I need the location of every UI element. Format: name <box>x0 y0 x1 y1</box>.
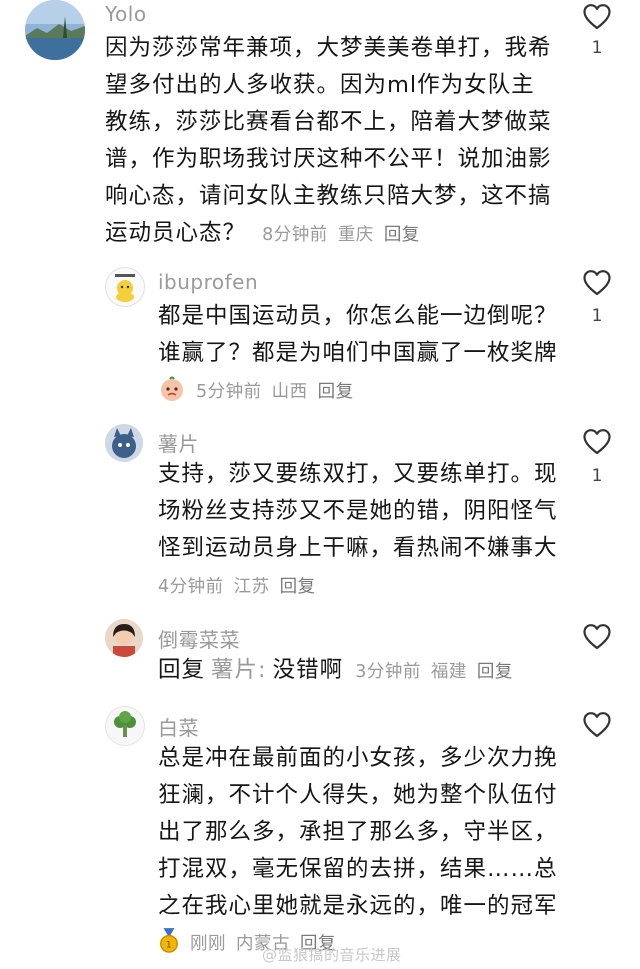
text-line: 望多付出的人多收获。因为ml作为女队主 <box>105 72 535 98</box>
heart-icon <box>583 4 611 30</box>
like-button[interactable] <box>582 427 612 457</box>
heart-icon <box>583 712 611 738</box>
comment-text: 总是冲在最前面的小女孩，多少次力挽 狂澜，不计个人得失，她为整个队伍付 出了那么… <box>158 740 558 925</box>
text-line: 怪到运动员身上干嘛，看热闹不嫌事大 <box>158 535 558 561</box>
timestamp: 4分钟前 <box>158 577 224 597</box>
location: 江苏 <box>233 577 270 597</box>
yellow-duck-icon <box>106 268 144 306</box>
gold-medal-icon: 1 <box>158 928 180 959</box>
comment-text: 都是中国运动员，你怎么能一边倒呢？ 谁赢了？都是为咱们中国赢了一枚奖牌 <box>158 298 558 372</box>
avatar[interactable] <box>105 267 145 307</box>
heart-icon <box>583 429 611 455</box>
like-button[interactable] <box>582 622 612 652</box>
avatar[interactable] <box>105 424 143 462</box>
comment-meta: 3分钟前 福建 回复 <box>355 662 523 682</box>
text-line: 运动员心态？ 8分钟前 重庆 回复 <box>105 215 552 254</box>
location: 山西 <box>271 381 308 402</box>
girl-photo-icon <box>105 619 143 657</box>
reply-prefix: 回复 <box>158 657 206 683</box>
username[interactable]: 白菜 <box>158 712 199 741</box>
comment-text: 支持，莎又要练双打，又要练单打。现 场粉丝支持莎又不是她的错，阴阳怪气 怪到运动… <box>158 456 558 567</box>
reply-button[interactable]: 回复 <box>318 382 354 402</box>
like-count: 1 <box>591 466 603 486</box>
cabbage-icon <box>106 707 144 745</box>
text-line: 打混双，毫无保留的去拼，结果……总 <box>158 856 558 882</box>
lake-landscape-icon <box>25 0 85 60</box>
username[interactable]: ibuprofen <box>158 270 258 294</box>
reply-target[interactable]: 薯片: <box>211 657 267 683</box>
reply-text: 没错啊 <box>272 657 344 683</box>
text-line: 谱，作为职场我讨厌这种不公平！说加油影 <box>105 146 552 172</box>
avatar[interactable] <box>105 706 145 746</box>
reply-button[interactable]: 回复 <box>280 577 316 597</box>
text-line: 因为莎莎常年兼项，大梦美美卷单打，我希 <box>105 35 552 61</box>
heart-icon <box>583 624 611 650</box>
username[interactable]: Yolo <box>105 2 147 26</box>
avatar[interactable] <box>105 619 143 657</box>
reply-button[interactable]: 回复 <box>477 662 513 682</box>
username[interactable]: 倒霉菜菜 <box>158 624 240 653</box>
text-line: 响心态，请问女队主教练只陪大梦，这不搞 <box>105 183 552 209</box>
location: 重庆 <box>337 225 374 245</box>
comment-meta: 4分钟前 江苏 回复 <box>158 573 326 598</box>
comment-text: 回复 薯片: 没错啊 3分钟前 福建 回复 <box>158 652 523 691</box>
text-line: 支持，莎又要练双打，又要练单打。现 <box>158 461 558 487</box>
text-line: 谁赢了？都是为咱们中国赢了一枚奖牌 <box>158 340 558 366</box>
timestamp: 5分钟前 <box>196 381 262 402</box>
like-button[interactable] <box>582 710 612 740</box>
text-line: 都是中国运动员，你怎么能一边倒呢？ <box>158 303 558 329</box>
heart-icon <box>583 270 611 296</box>
timestamp: 8分钟前 <box>262 225 328 245</box>
text-line: 出了那么多，承担了那么多，守半区， <box>158 819 558 845</box>
text-line: 狂澜，不计个人得失，她为整个队伍付 <box>158 782 558 808</box>
timestamp: 刚刚 <box>190 933 226 954</box>
like-button[interactable] <box>582 268 612 298</box>
text-line: 教练，莎莎比赛看台都不上，陪着大梦做菜 <box>105 109 552 135</box>
like-count: 1 <box>591 306 603 326</box>
svg-text:1: 1 <box>166 939 172 950</box>
reply-button[interactable]: 回复 <box>384 225 420 245</box>
last-line-text: 运动员心态？ <box>105 220 247 246</box>
comment-text: 因为莎莎常年兼项，大梦美美卷单打，我希 望多付出的人多收获。因为ml作为女队主 … <box>105 30 552 254</box>
timestamp: 3分钟前 <box>355 662 421 682</box>
comment-meta: 5分钟前 山西 回复 <box>158 375 364 408</box>
watermark: @监狼搞的音乐进展 <box>262 946 402 964</box>
avatar[interactable] <box>25 0 85 60</box>
username[interactable]: 薯片 <box>158 428 199 457</box>
comment-meta: 8分钟前 重庆 回复 <box>262 225 430 245</box>
like-button[interactable] <box>582 2 612 32</box>
text-line: 之在我心里她就是永远的，唯一的冠军 <box>158 893 558 919</box>
like-count: 1 <box>591 38 603 58</box>
blue-cat-icon <box>105 424 143 462</box>
text-line: 回复 薯片: 没错啊 3分钟前 福建 回复 <box>158 652 523 691</box>
text-line: 场粉丝支持莎又不是她的错，阴阳怪气 <box>158 498 558 524</box>
location: 福建 <box>430 662 467 682</box>
text-line: 总是冲在最前面的小女孩，多少次力挽 <box>158 745 558 771</box>
crying-bun-icon <box>158 375 186 408</box>
